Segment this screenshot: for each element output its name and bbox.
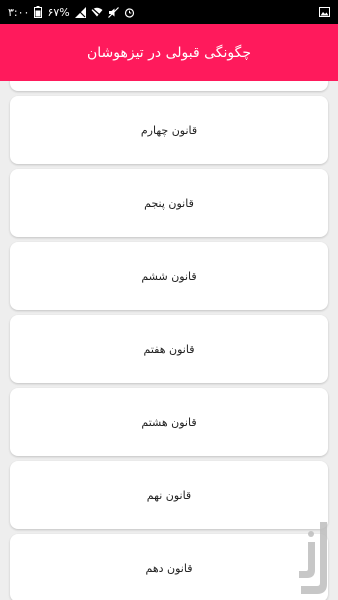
gallery-icon [319,7,330,17]
list-item-rule-8[interactable]: قانون هشتم [10,388,328,456]
list-item-label: قانون نهم [146,488,192,502]
status-right [319,7,330,17]
list-item-label: قانون پنجم [144,196,194,210]
list-item-label: قانون دهم [145,561,193,575]
list-item-rule-6[interactable]: قانون ششم [10,242,328,310]
wifi-icon [91,7,103,17]
mute-icon [107,6,119,18]
signal-icon [74,6,86,18]
list-item-rule-5[interactable]: قانون پنجم [10,169,328,237]
status-left: ۳:۰۰ ۶۷% [8,6,135,19]
list-item-rule-10[interactable]: قانون دهم [10,534,328,600]
list-item-label: قانون ششم [141,269,197,283]
list-item-rule-7[interactable]: قانون هفتم [10,315,328,383]
app-bar: چگونگی قبولی در تیزهوشان [0,24,338,81]
list-item-label: قانون هفتم [143,342,195,356]
list-item-label: قانون چهارم [140,123,198,137]
app-title: چگونگی قبولی در تیزهوشان [86,44,252,61]
list-item-rule-3[interactable] [10,81,328,91]
store-logo-watermark [296,520,330,596]
list-item-rule-9[interactable]: قانون نهم [10,461,328,529]
list-item-rule-4[interactable]: قانون چهارم [10,96,328,164]
rules-list: قانون چهارم قانون پنجم قانون ششم قانون ه… [0,81,338,600]
status-time: ۳:۰۰ [8,5,30,19]
status-bar: ۳:۰۰ ۶۷% [0,0,338,24]
alarm-icon [124,7,135,18]
battery-percent: ۶۷% [47,5,70,19]
battery-icon [34,6,43,18]
list-item-label: قانون هشتم [141,415,197,429]
